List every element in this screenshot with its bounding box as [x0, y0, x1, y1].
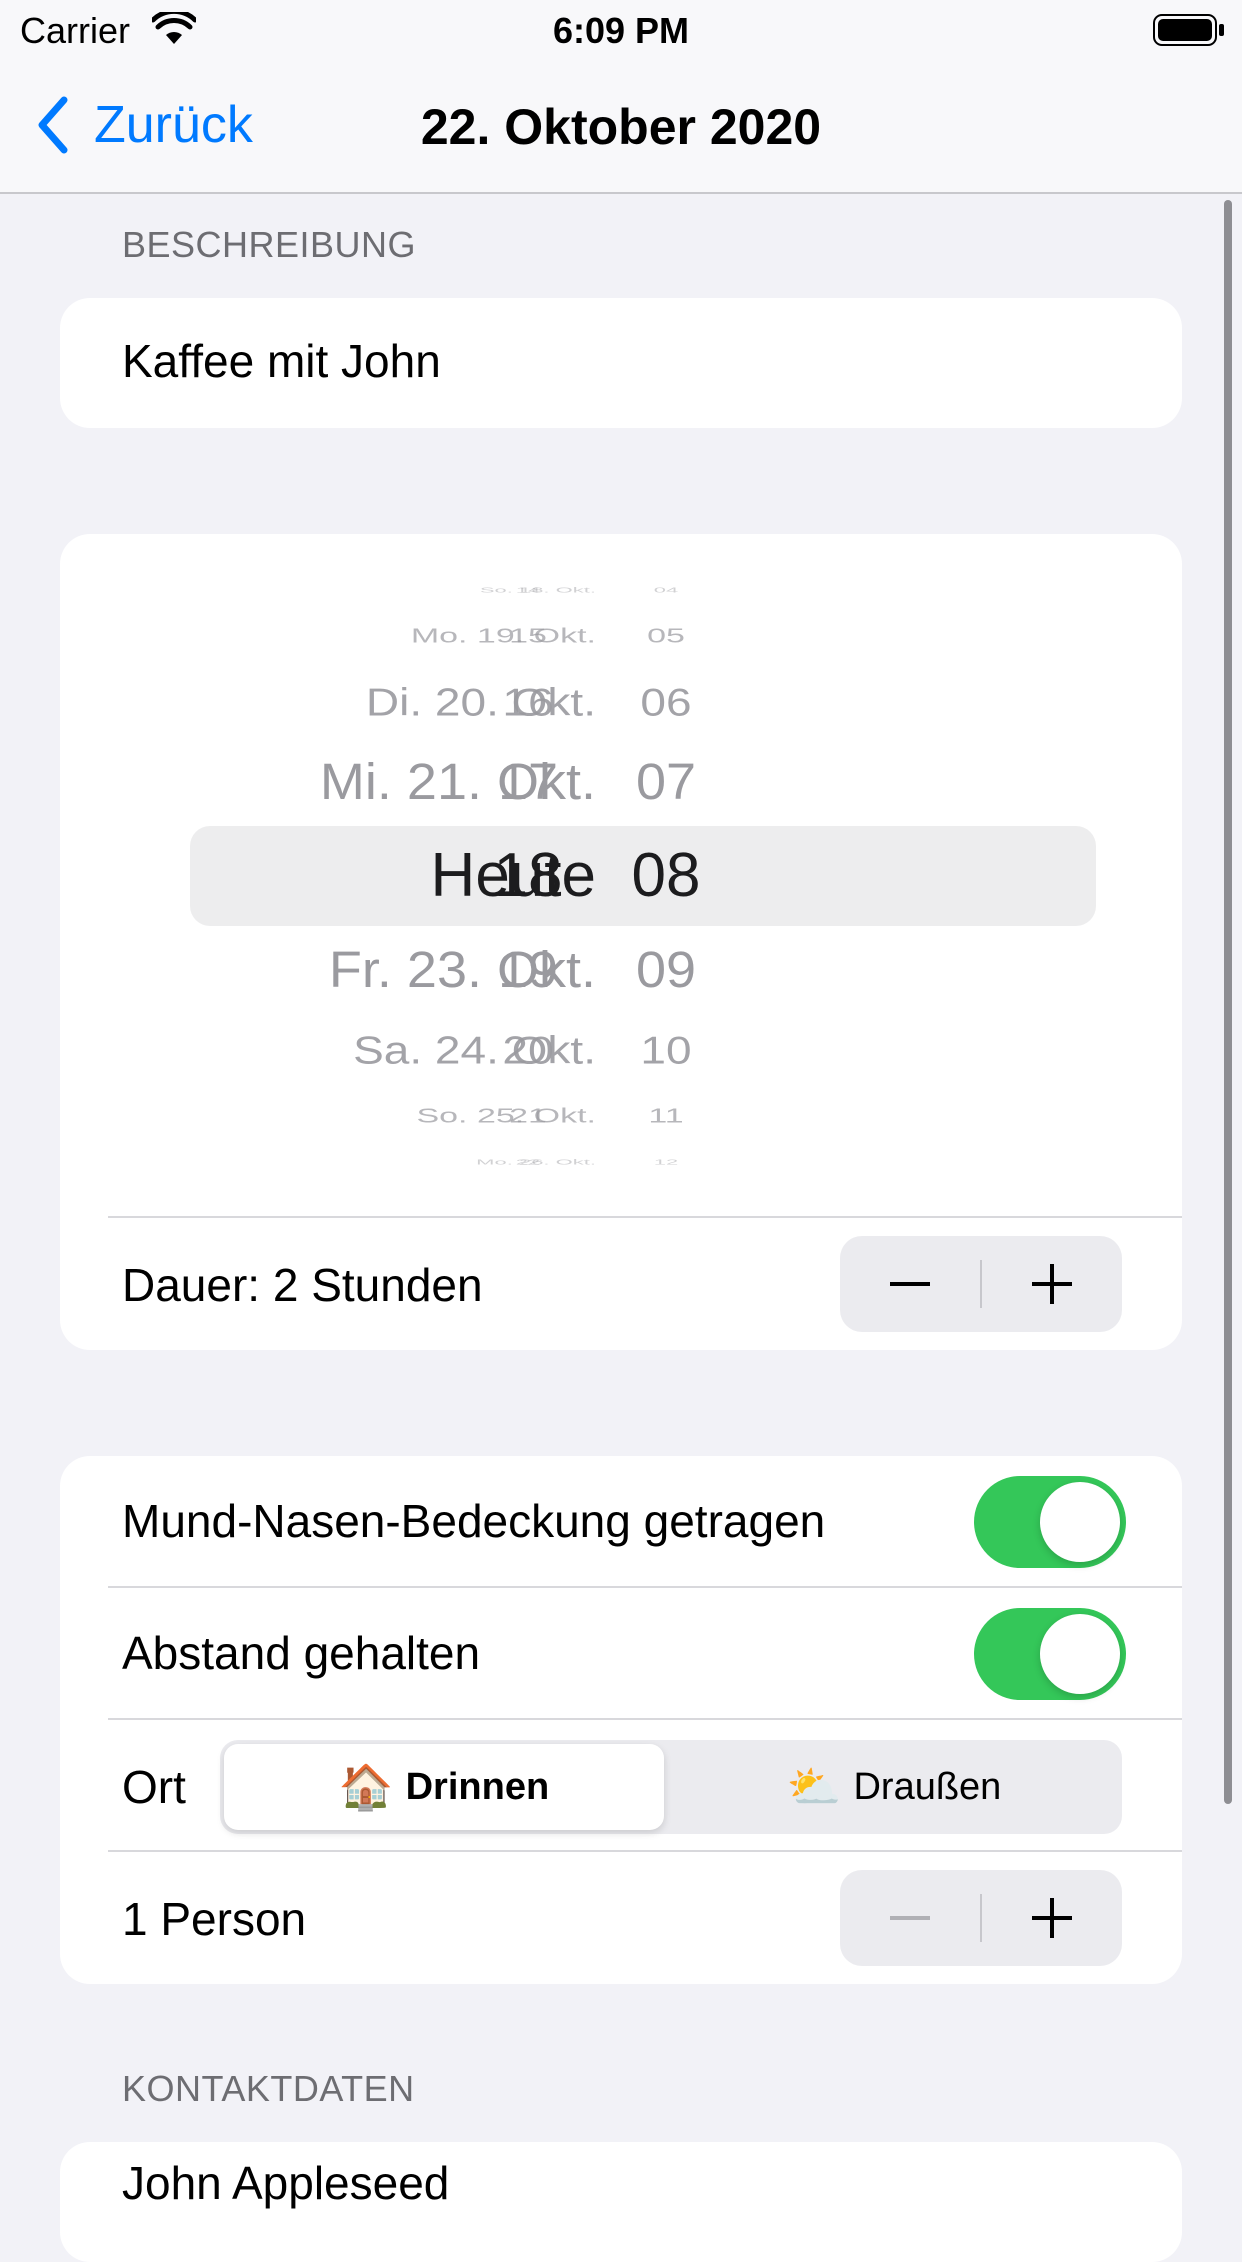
picker-minute-item[interactable]: 08 — [606, 845, 726, 907]
description-section-header: BESCHREIBUNG — [122, 224, 417, 265]
picker-minute-item[interactable]: 09 — [606, 944, 726, 995]
separator — [108, 1850, 1182, 1852]
toggle-knob — [1040, 1614, 1120, 1694]
picker-hour-item[interactable]: 21 — [468, 1106, 588, 1126]
segment-outdoors[interactable]: ⛅ Draußen — [670, 1744, 1118, 1830]
duration-decrement-button[interactable] — [840, 1236, 980, 1332]
separator — [108, 1718, 1182, 1720]
clock-time: 6:09 PM — [552, 10, 690, 51]
location-label: Ort — [122, 1761, 186, 1813]
page-title: 22. Oktober 2020 — [420, 99, 822, 155]
description-card: Kaffee mit John — [60, 298, 1182, 428]
picker-hour-item[interactable]: 20 — [468, 1030, 588, 1069]
picker-hour-item[interactable]: 14 — [468, 586, 588, 594]
persons-decrement-button[interactable] — [840, 1870, 980, 1966]
picker-hour-item[interactable]: 16 — [468, 682, 588, 721]
contact-name[interactable]: John Appleseed — [122, 2156, 449, 2210]
persons-stepper[interactable] — [840, 1870, 1122, 1966]
duration-label: Dauer: 2 Stunden — [122, 1259, 483, 1311]
distance-toggle[interactable] — [974, 1608, 1126, 1700]
picker-minute-item[interactable]: 11 — [606, 1106, 726, 1126]
plus-icon — [1032, 1898, 1072, 1938]
picker-minute-item[interactable]: 06 — [606, 682, 726, 721]
minus-icon — [890, 1916, 930, 1920]
picker-minute-item[interactable]: 05 — [606, 626, 726, 646]
segment-outdoors-label: Draußen — [853, 1765, 1002, 1808]
contact-section-header: KONTAKTDATEN — [122, 2068, 415, 2109]
picker-minute-item[interactable]: 10 — [606, 1030, 726, 1069]
location-segmented-control[interactable]: 🏠 Drinnen ⛅ Draußen — [220, 1740, 1122, 1834]
description-field[interactable]: Kaffee mit John — [122, 334, 441, 388]
picker-minute-item[interactable]: 12 — [606, 1158, 726, 1166]
date-time-picker[interactable]: So. 18. Okt. 14 04 Mo. 19. Okt. 15 05 Di. 20. … — [0, 586, 1122, 1166]
toggle-knob — [1040, 1482, 1120, 1562]
mask-toggle[interactable] — [974, 1476, 1126, 1568]
picker-minute-item[interactable]: 07 — [606, 756, 726, 807]
picker-hour-item[interactable]: 15 — [468, 626, 588, 646]
separator — [108, 1216, 1182, 1218]
picker-hour-item[interactable]: 18 — [468, 845, 588, 907]
duration-increment-button[interactable] — [982, 1236, 1122, 1332]
status-bar: Carrier 6:09 PM — [0, 0, 1242, 62]
navigation-bar: Zurück 22. Oktober 2020 — [0, 62, 1242, 194]
battery-icon — [1153, 14, 1224, 46]
segment-indoors[interactable]: 🏠 Drinnen — [224, 1744, 664, 1830]
house-icon: 🏠 — [338, 1762, 394, 1813]
sun-behind-cloud-icon: ⛅ — [786, 1762, 842, 1813]
picker-hour-item[interactable]: 17 — [468, 756, 588, 807]
picker-hour-item[interactable]: 22 — [468, 1158, 588, 1166]
contact-card: John Appleseed — [60, 2142, 1182, 2262]
persons-label: 1 Person — [122, 1893, 307, 1945]
separator — [108, 1586, 1182, 1588]
segment-indoors-label: Drinnen — [405, 1765, 550, 1808]
scrollbar[interactable] — [1224, 200, 1232, 1804]
minus-icon — [890, 1282, 930, 1286]
duration-stepper[interactable] — [840, 1236, 1122, 1332]
plus-icon — [1032, 1264, 1072, 1304]
mask-label: Mund-Nasen-Bedeckung getragen — [122, 1495, 826, 1547]
persons-increment-button[interactable] — [982, 1870, 1122, 1966]
distance-label: Abstand gehalten — [122, 1627, 481, 1679]
picker-minute-item[interactable]: 04 — [606, 586, 726, 594]
picker-hour-item[interactable]: 19 — [468, 944, 588, 995]
